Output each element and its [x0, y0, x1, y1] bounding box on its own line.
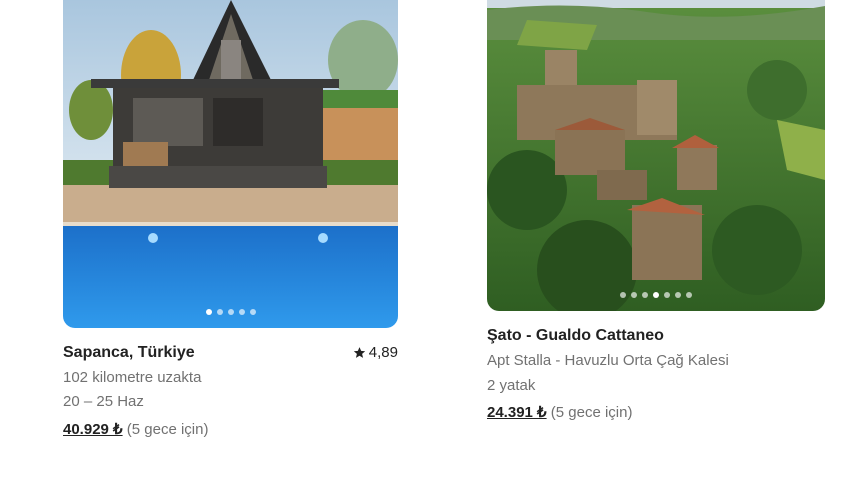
listing-card-gualdo-cattaneo[interactable]: Şato - Gualdo Cattaneo Apt Stalla - Havu… — [487, 0, 825, 430]
listing-rating: 4,89 — [353, 344, 398, 361]
listing-photo-carousel[interactable] — [63, 0, 398, 328]
pagination-dot — [664, 292, 670, 298]
price-amount[interactable]: 24.391 ₺ — [487, 404, 547, 421]
listing-subtitle: Apt Stalla - Havuzlu Orta Çağ Kalesi — [487, 352, 729, 369]
star-icon — [353, 347, 365, 358]
rating-value: 4,89 — [368, 344, 398, 361]
castle-aerial-photo — [487, 0, 825, 311]
price-note: (5 gece için) — [550, 404, 633, 421]
listing-dates: 20 – 25 Haz — [63, 393, 144, 410]
pagination-dot — [686, 292, 692, 298]
listing-beds: 2 yatak — [487, 377, 536, 394]
pagination-dot — [642, 292, 648, 298]
listing-title: Sapanca, Türkiye — [63, 344, 195, 361]
pagination-dot — [249, 309, 256, 315]
listing-distance: 102 kilometre uzakta — [63, 369, 202, 386]
listing-title: Şato - Gualdo Cattaneo — [487, 327, 664, 344]
listing-photo-carousel[interactable] — [487, 0, 825, 311]
pagination-dot — [631, 292, 637, 298]
pagination-dot — [675, 292, 681, 298]
price-amount[interactable]: 40.929 ₺ — [63, 421, 123, 438]
pagination-dot — [238, 309, 245, 315]
listing-price: 40.929 ₺ (5 gece için) — [63, 420, 208, 438]
photo-pagination-dots — [487, 292, 825, 298]
pagination-dot — [216, 309, 223, 315]
pagination-dot — [653, 292, 659, 298]
pagination-dot — [227, 309, 234, 315]
photo-pagination-dots — [63, 309, 398, 315]
pagination-dot — [205, 309, 212, 315]
listing-card-sapanca[interactable]: Sapanca, Türkiye 4,89 102 kilometre uzak… — [63, 0, 398, 440]
pagination-dot — [620, 292, 626, 298]
listing-price: 24.391 ₺ (5 gece için) — [487, 403, 632, 421]
cabin-pool-photo — [63, 0, 398, 328]
price-note: (5 gece için) — [126, 421, 209, 438]
